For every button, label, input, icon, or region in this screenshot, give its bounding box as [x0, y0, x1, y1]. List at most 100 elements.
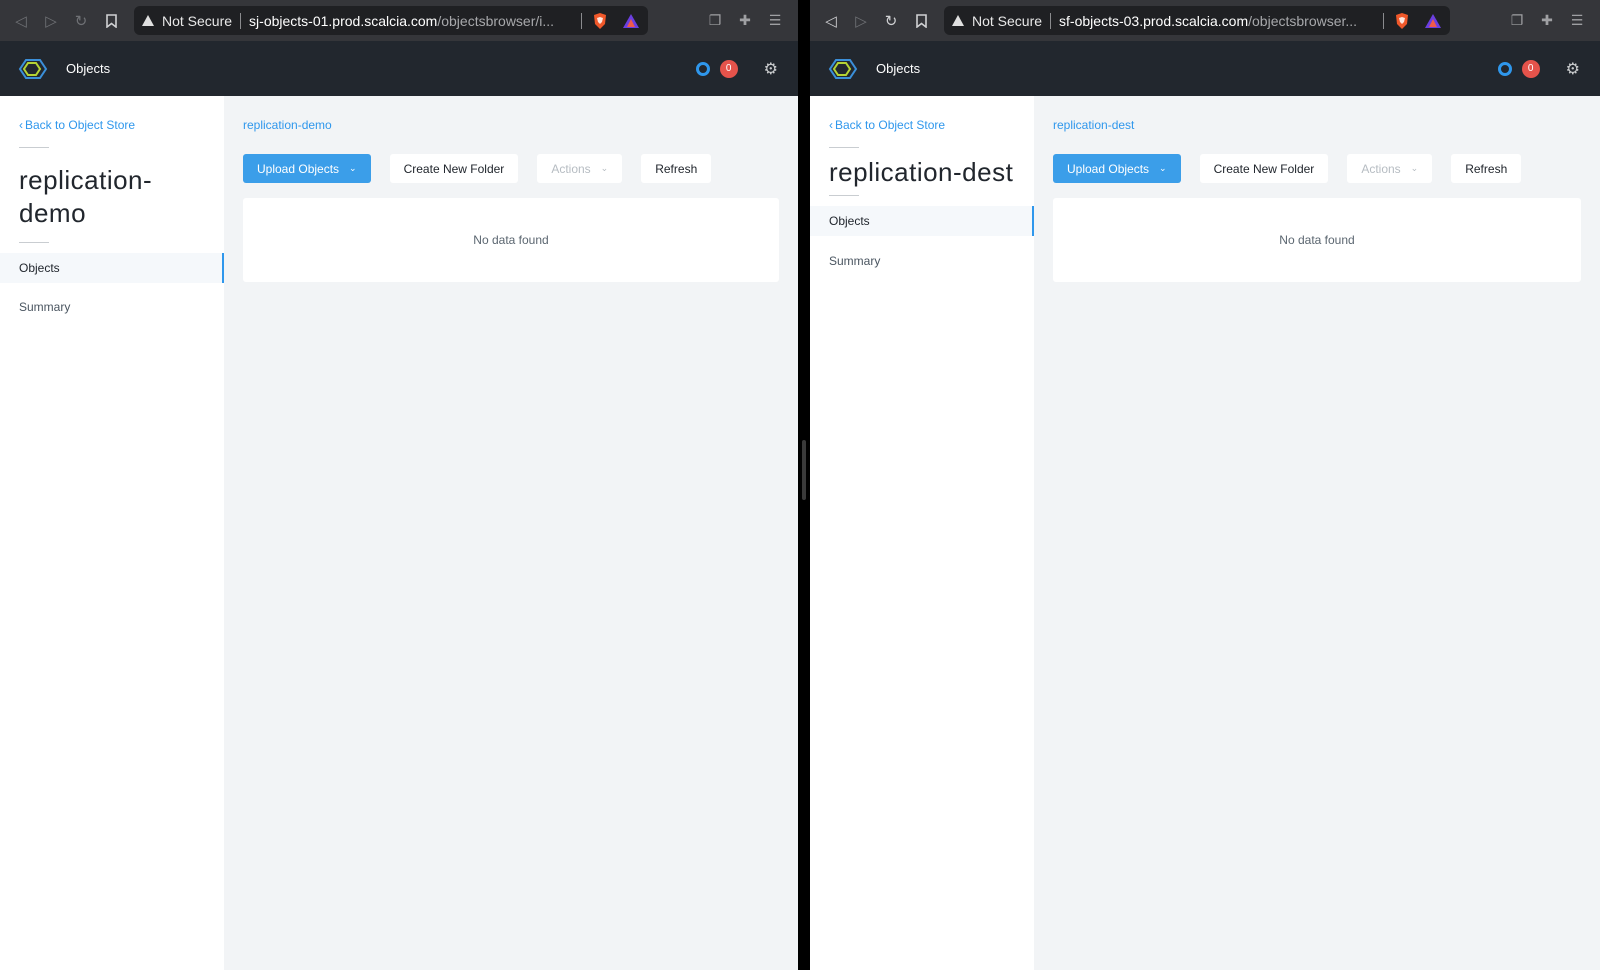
bucket-title: replication-demo [19, 165, 153, 228]
chevron-left-icon: ‹ [829, 118, 833, 132]
warning-icon [952, 15, 964, 26]
main-content: replication-demo Upload Objects ⌄ Create… [224, 96, 798, 970]
status-circle-icon[interactable] [695, 61, 710, 76]
forward-icon[interactable]: ▷ [36, 6, 66, 36]
chevron-down-icon: ⌄ [600, 163, 609, 173]
actions-dropdown[interactable]: Actions ⌄ [1347, 154, 1433, 183]
empty-state-message: No data found [1279, 233, 1355, 247]
browser-window-right: ◁ ▷ ↻ Not Secure sf-objects-03.prod.scal… [810, 0, 1600, 970]
brave-shields-icon[interactable] [1394, 12, 1410, 30]
brave-rewards-icon[interactable] [622, 13, 640, 29]
header-status-area: 0 ⚙ [695, 59, 778, 79]
upload-objects-button[interactable]: Upload Objects ⌄ [1053, 154, 1181, 183]
alert-count-badge[interactable]: 0 [719, 59, 738, 78]
url-divider [581, 12, 582, 29]
reload-icon[interactable]: ↻ [876, 6, 906, 36]
address-bar[interactable]: Not Secure sj-objects-01.prod.scalcia.co… [134, 6, 648, 35]
sidebar: ‹ Back to Object Store replication-demo … [0, 96, 224, 970]
url-separator [1050, 12, 1052, 29]
browser-window-left: ◁ ▷ ↻ Not Secure sj-objects-01.prod.scal… [0, 0, 798, 970]
menu-icon[interactable]: ☰ [760, 6, 790, 36]
actions-dropdown[interactable]: Actions ⌄ [537, 154, 623, 183]
breadcrumb[interactable]: replication-dest [1053, 118, 1134, 132]
actions-label: Actions [551, 161, 591, 176]
warning-icon [142, 15, 154, 26]
reload-icon[interactable]: ↻ [66, 6, 96, 36]
object-toolbar: Upload Objects ⌄ Create New Folder Actio… [243, 154, 730, 183]
bookmark-icon[interactable] [906, 6, 936, 36]
brave-shields-icon[interactable] [592, 12, 608, 30]
create-folder-label: Create New Folder [1213, 161, 1315, 176]
sidebar-divider-bottom [829, 195, 859, 196]
url-host: sj-objects-01.prod.scalcia.com [249, 12, 438, 29]
puzzle-icon[interactable]: ✚ [1532, 6, 1562, 36]
refresh-button[interactable]: Refresh [641, 154, 712, 183]
forward-icon[interactable]: ▷ [846, 6, 876, 36]
app-title: Objects [66, 61, 111, 76]
main-content: replication-dest Upload Objects ⌄ Create… [1034, 96, 1600, 970]
brave-rewards-icon[interactable] [1424, 13, 1442, 29]
url-path: /objectsbrowser... [1248, 12, 1358, 29]
not-secure-label: Not Secure [972, 12, 1043, 29]
create-new-folder-button[interactable]: Create New Folder [1199, 154, 1329, 183]
url-divider [1383, 12, 1384, 29]
extensions-group: ❐ ✚ ☰ [1502, 6, 1592, 36]
back-link-label: Back to Object Store [25, 118, 136, 132]
header-status-area: 0 ⚙ [1497, 59, 1580, 79]
puzzle-icon[interactable]: ✚ [730, 6, 760, 36]
nutanix-logo[interactable] [828, 58, 860, 80]
gear-icon[interactable]: ⚙ [1566, 59, 1580, 79]
back-to-object-store-link[interactable]: ‹ Back to Object Store [829, 118, 945, 132]
sidebar-item-summary[interactable]: Summary [0, 292, 224, 322]
gear-icon[interactable]: ⚙ [764, 59, 778, 79]
sidebar-item-objects[interactable]: Objects [0, 253, 224, 283]
object-list-panel: No data found [1053, 198, 1581, 282]
upload-objects-button[interactable]: Upload Objects ⌄ [243, 154, 371, 183]
url-path: /objectsbrowser/i... [437, 12, 555, 29]
upload-objects-label: Upload Objects [257, 161, 340, 176]
app-header: Objects 0 ⚙ [810, 41, 1600, 96]
chevron-down-icon: ⌄ [1410, 163, 1419, 173]
chevron-left-icon: ‹ [19, 118, 23, 132]
address-bar[interactable]: Not Secure sf-objects-03.prod.scalcia.co… [944, 6, 1450, 35]
empty-state-message: No data found [473, 233, 549, 247]
sidebar-item-label: Summary [829, 254, 881, 268]
menu-icon[interactable]: ☰ [1562, 6, 1592, 36]
status-circle-icon[interactable] [1497, 61, 1512, 76]
sidebar-item-summary[interactable]: Summary [810, 246, 1034, 276]
extension-docs-icon[interactable]: ❐ [1502, 6, 1532, 36]
url-host: sf-objects-03.prod.scalcia.com [1059, 12, 1249, 29]
sidebar-item-label: Objects [19, 261, 60, 275]
sidebar-item-label: Objects [829, 214, 870, 228]
bucket-title: replication-dest [829, 157, 1014, 187]
breadcrumb[interactable]: replication-demo [243, 118, 332, 132]
window-split-handle[interactable] [802, 440, 806, 500]
app-body: ‹ Back to Object Store replication-dest … [810, 96, 1600, 970]
refresh-button[interactable]: Refresh [1451, 154, 1522, 183]
upload-objects-label: Upload Objects [1067, 161, 1150, 176]
sidebar-divider-bottom [19, 242, 49, 243]
not-secure-label: Not Secure [162, 12, 233, 29]
bookmark-icon[interactable] [96, 6, 126, 36]
app-body: ‹ Back to Object Store replication-demo … [0, 96, 798, 970]
chevron-down-icon: ⌄ [1159, 163, 1167, 173]
back-icon[interactable]: ◁ [6, 6, 36, 36]
nutanix-logo[interactable] [18, 58, 50, 80]
refresh-label: Refresh [1465, 161, 1508, 176]
sidebar-item-objects[interactable]: Objects [810, 206, 1034, 236]
object-toolbar: Upload Objects ⌄ Create New Folder Actio… [1053, 154, 1540, 183]
back-icon[interactable]: ◁ [816, 6, 846, 36]
create-folder-label: Create New Folder [403, 161, 505, 176]
sidebar-divider-top [829, 147, 859, 148]
sidebar: ‹ Back to Object Store replication-dest … [810, 96, 1034, 970]
app-title: Objects [876, 61, 921, 76]
alert-count-badge[interactable]: 0 [1521, 59, 1540, 78]
extensions-group: ❐ ✚ ☰ [700, 6, 790, 36]
back-to-object-store-link[interactable]: ‹ Back to Object Store [19, 118, 135, 132]
extension-docs-icon[interactable]: ❐ [700, 6, 730, 36]
browser-toolbar: ◁ ▷ ↻ Not Secure sf-objects-03.prod.scal… [810, 0, 1600, 41]
refresh-label: Refresh [655, 161, 698, 176]
sidebar-divider-top [19, 147, 49, 148]
create-new-folder-button[interactable]: Create New Folder [389, 154, 519, 183]
app-header: Objects 0 ⚙ [0, 41, 798, 96]
